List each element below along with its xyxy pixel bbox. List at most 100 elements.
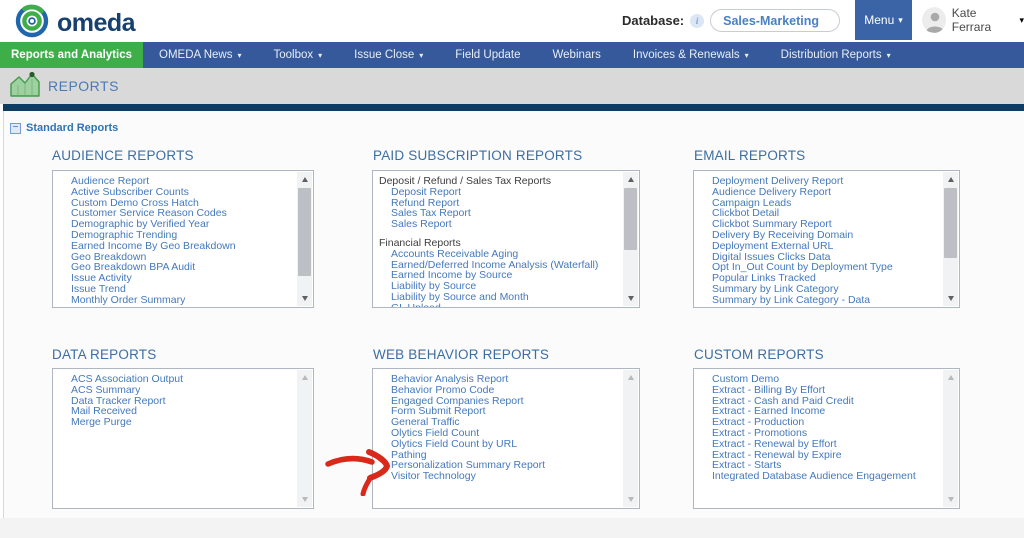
menu-label: Menu: [864, 13, 894, 27]
omeda-logo-icon: [14, 3, 50, 44]
scroll-up-icon[interactable]: [623, 172, 638, 187]
database-label: Database:: [622, 13, 684, 28]
report-link[interactable]: ACS Summary: [53, 385, 297, 396]
scrollbar[interactable]: [623, 370, 638, 507]
report-list: Audience ReportActive Subscriber CountsC…: [53, 171, 297, 307]
scrollbar[interactable]: [943, 172, 958, 306]
scroll-down-icon[interactable]: [623, 291, 638, 306]
scrollbar[interactable]: [297, 172, 312, 306]
report-link[interactable]: Audience Delivery Report: [694, 187, 943, 198]
reports-chart-icon: [10, 71, 40, 102]
scrollbar-thumb[interactable]: [298, 188, 311, 276]
nav-item-webinars[interactable]: Webinars: [537, 42, 617, 68]
report-link[interactable]: Behavior Promo Code: [373, 385, 623, 396]
nav-item-label: Toolbox: [274, 49, 314, 61]
report-link[interactable]: Summary Stats: [694, 306, 943, 307]
section-title-web-behavior-reports: WEB BEHAVIOR REPORTS: [373, 347, 549, 362]
scrollbar-thumb[interactable]: [944, 188, 957, 258]
report-link[interactable]: Sales Report: [373, 219, 623, 230]
database-selector: Database: i: [622, 9, 840, 32]
nav-item-label: OMEDA News: [159, 49, 233, 61]
info-icon[interactable]: i: [690, 14, 704, 28]
menu-button[interactable]: Menu ▾: [855, 0, 912, 40]
nav-item-distribution-reports[interactable]: Distribution Reports ▾: [765, 42, 907, 68]
scroll-down-icon: [623, 492, 638, 507]
scroll-up-icon: [623, 370, 638, 385]
database-input[interactable]: [710, 9, 840, 32]
report-listbox: ACS Association OutputACS SummaryData Tr…: [52, 368, 314, 509]
report-list: Custom DemoExtract - Billing By EffortEx…: [694, 369, 943, 508]
report-link[interactable]: Merge Purge: [53, 417, 297, 428]
section-title-custom-reports: CUSTOM REPORTS: [694, 347, 824, 362]
chevron-down-icon: ▾: [745, 52, 749, 60]
page: omeda Database: i Menu ▾ Kate Ferrara ▾: [0, 0, 1024, 538]
avatar: [922, 7, 946, 33]
report-link[interactable]: Integrated Database Audience Engagement: [694, 471, 943, 482]
section-title-email-reports: EMAIL REPORTS: [694, 148, 805, 163]
nav-item-label: Issue Close: [354, 49, 414, 61]
scroll-up-icon[interactable]: [943, 172, 958, 187]
report-link[interactable]: Active Subscriber Counts: [53, 187, 297, 198]
section-title-data-reports: DATA REPORTS: [52, 347, 156, 362]
report-link[interactable]: Accounts Receivable Aging: [373, 249, 623, 260]
scroll-down-icon[interactable]: [297, 291, 312, 306]
nav-item-label: Field Update: [455, 49, 520, 61]
report-list: Deployment Delivery ReportAudience Deliv…: [694, 171, 943, 307]
report-link[interactable]: Earned Income By Geo Breakdown: [53, 241, 297, 252]
scroll-down-icon: [943, 492, 958, 507]
report-list: Deposit / Refund / Sales Tax ReportsDepo…: [373, 171, 623, 307]
scrollbar[interactable]: [297, 370, 312, 507]
page-title-band: REPORTS: [0, 68, 1024, 104]
scroll-up-icon: [297, 370, 312, 385]
scroll-down-icon: [297, 492, 312, 507]
report-listbox: Deployment Delivery ReportAudience Deliv…: [693, 170, 960, 308]
nav-item-label: Distribution Reports: [781, 49, 882, 61]
scrollbar[interactable]: [943, 370, 958, 507]
nav-item-omeda-news[interactable]: OMEDA News ▾: [143, 42, 258, 68]
report-link[interactable]: Deposit Report: [373, 187, 623, 198]
user-menu[interactable]: Kate Ferrara ▾: [922, 0, 1024, 40]
chevron-down-icon: ▾: [1019, 16, 1024, 25]
report-link[interactable]: Visitor Technology: [373, 471, 623, 482]
report-link[interactable]: Monthly Order Summary: [53, 295, 297, 306]
divider-bar: [3, 104, 1024, 111]
report-listbox: Custom DemoExtract - Billing By EffortEx…: [693, 368, 960, 509]
main-nav: Reports and Analytics OMEDA News▾Toolbox…: [0, 42, 1024, 68]
top-header: omeda Database: i Menu ▾ Kate Ferrara ▾: [0, 0, 1024, 42]
footer-strip: [0, 518, 1024, 538]
nav-item-label: Webinars: [553, 49, 601, 61]
standard-reports-label: Standard Reports: [26, 122, 118, 134]
standard-reports-toggle[interactable]: − Standard Reports: [10, 122, 118, 134]
omeda-logo[interactable]: omeda: [14, 3, 135, 44]
chevron-down-icon: ▾: [887, 52, 891, 60]
report-link[interactable]: Extract - Renewal by Effort: [694, 439, 943, 450]
report-link[interactable]: Deployment External URL: [694, 241, 943, 252]
collapse-icon[interactable]: −: [10, 123, 21, 134]
omeda-logo-text: omeda: [57, 9, 135, 38]
report-listbox: Audience ReportActive Subscriber CountsC…: [52, 170, 314, 308]
report-link[interactable]: Summary by Link Category - Data: [694, 295, 943, 306]
report-list: ACS Association OutputACS SummaryData Tr…: [53, 369, 297, 508]
report-link[interactable]: GL Upload: [373, 303, 623, 307]
chevron-down-icon: ▾: [238, 52, 242, 60]
page-title: REPORTS: [48, 78, 119, 94]
scroll-up-icon[interactable]: [297, 172, 312, 187]
nav-item-issue-close[interactable]: Issue Close ▾: [338, 42, 439, 68]
nav-item-reports-and-analytics[interactable]: Reports and Analytics: [0, 42, 143, 68]
nav-item-field-update[interactable]: Field Update: [439, 42, 536, 68]
scrollbar[interactable]: [623, 172, 638, 306]
user-name: Kate Ferrara: [952, 6, 1014, 34]
chevron-down-icon: ▾: [318, 52, 322, 60]
nav-item-invoices-renewals[interactable]: Invoices & Renewals ▾: [617, 42, 765, 68]
nav-item-label: Invoices & Renewals: [633, 49, 740, 61]
report-link[interactable]: New Names Source: [53, 306, 297, 307]
report-link[interactable]: Extract - Billing By Effort: [694, 385, 943, 396]
scrollbar-thumb[interactable]: [624, 188, 637, 250]
section-title-paid-subscription-reports: PAID SUBSCRIPTION REPORTS: [373, 148, 582, 163]
scroll-up-icon: [943, 370, 958, 385]
scroll-down-icon[interactable]: [943, 291, 958, 306]
nav-item-toolbox[interactable]: Toolbox ▾: [258, 42, 339, 68]
report-link[interactable]: Olytics Field Count by URL: [373, 439, 623, 450]
chevron-down-icon: ▾: [419, 52, 423, 60]
chevron-down-icon: ▾: [898, 16, 903, 25]
